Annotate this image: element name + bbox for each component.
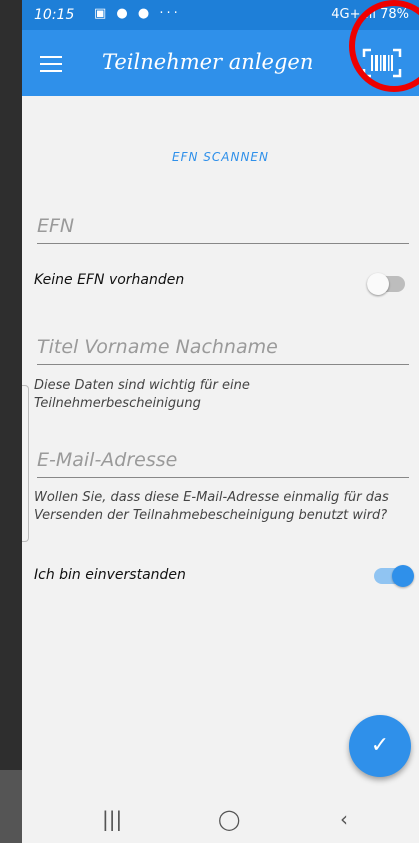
background-left bbox=[0, 0, 22, 843]
consent-label: Ich bin einverstanden bbox=[34, 567, 186, 583]
confirm-button[interactable]: ✓ bbox=[349, 715, 411, 777]
no-efn-toggle[interactable] bbox=[367, 273, 405, 295]
edge-panel-handle[interactable] bbox=[22, 385, 29, 542]
email-input[interactable]: E-Mail-Adresse bbox=[37, 449, 409, 478]
name-helper-text: Diese Daten sind wichtig für eine Teilne… bbox=[34, 378, 250, 411]
phone-screen: 10:15 ▣ ● ● ··· 4G+ .ıl 78% Teilnehmer a… bbox=[22, 0, 419, 843]
consent-toggle[interactable] bbox=[374, 565, 414, 587]
background-bottom bbox=[0, 770, 22, 843]
system-nav-bar: ||| ◯ ‹ bbox=[22, 795, 419, 843]
back-icon[interactable]: ‹ bbox=[340, 807, 348, 831]
no-efn-label: Keine EFN vorhanden bbox=[34, 272, 185, 288]
page-title: Teilnehmer anlegen bbox=[102, 50, 314, 74]
email-helper-text: Wollen Sie, dass diese E-Mail-Adresse ei… bbox=[34, 490, 389, 523]
home-icon[interactable]: ◯ bbox=[218, 807, 240, 831]
hamburger-menu-icon[interactable] bbox=[40, 56, 62, 72]
recent-apps-icon[interactable]: ||| bbox=[102, 807, 122, 831]
name-input[interactable]: Titel Vorname Nachname bbox=[37, 336, 409, 365]
efn-scan-link[interactable]: EFN SCANNEN bbox=[22, 150, 419, 164]
status-time: 10:15 bbox=[34, 7, 75, 23]
checkmark-icon: ✓ bbox=[370, 733, 390, 758]
notification-icons: ▣ ● ● ··· bbox=[94, 6, 181, 21]
efn-input[interactable]: EFN bbox=[37, 215, 409, 244]
